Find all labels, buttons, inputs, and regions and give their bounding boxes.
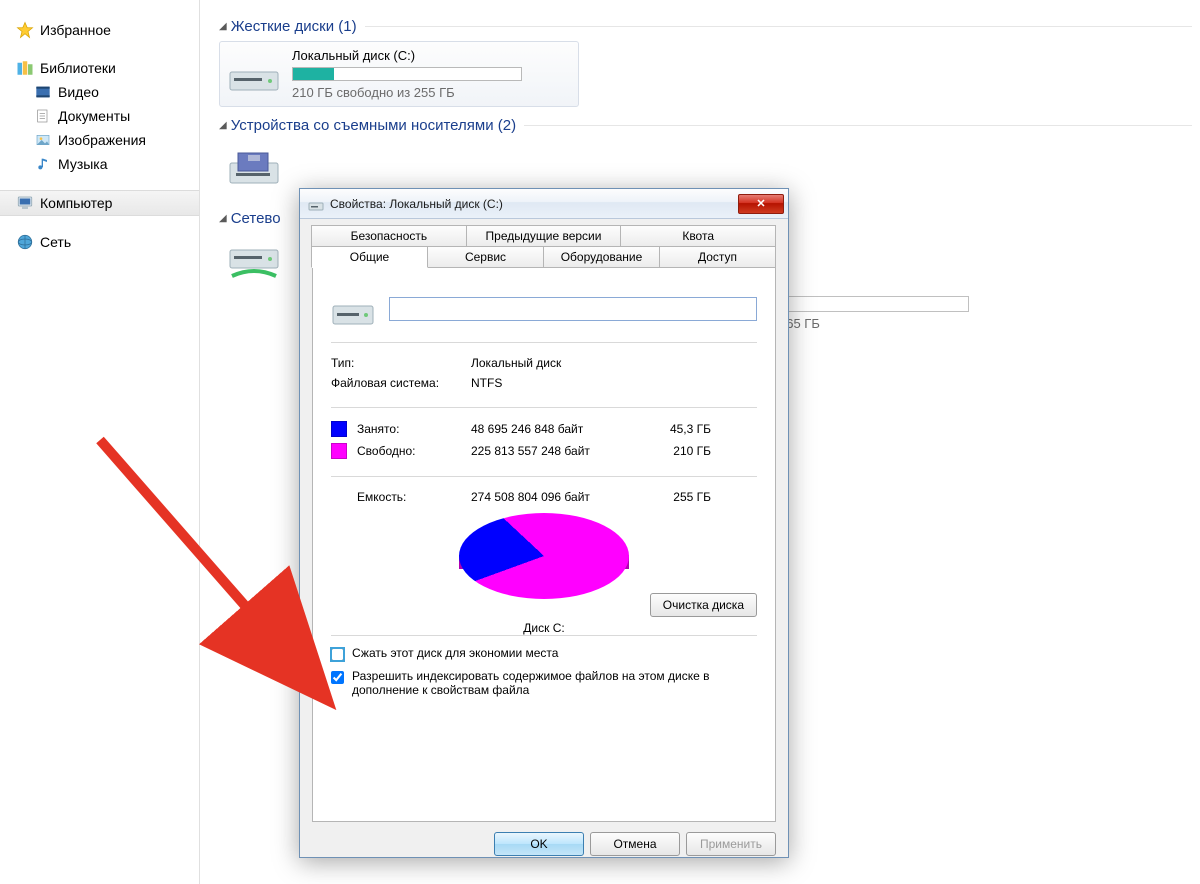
tab-quota[interactable]: Квота xyxy=(620,225,776,247)
capacity-label: Емкость: xyxy=(357,490,471,504)
drive-c-usage-bar xyxy=(292,67,522,81)
filesystem-value: NTFS xyxy=(471,376,757,390)
section-hdd[interactable]: ◢ Жесткие диски (1) xyxy=(219,18,1192,35)
tab-strip: Безопасность Предыдущие версии Квота Общ… xyxy=(300,219,788,268)
computer-icon xyxy=(16,194,34,212)
cancel-button[interactable]: Отмена xyxy=(590,832,680,856)
section-hdd-label: Жесткие диски (1) xyxy=(231,18,357,35)
used-swatch-icon xyxy=(331,421,347,437)
type-label: Тип: xyxy=(331,356,471,370)
drive-c-title: Локальный диск (C:) xyxy=(292,48,570,63)
tab-previous-versions[interactable]: Предыдущие версии xyxy=(466,225,622,247)
tab-security[interactable]: Безопасность xyxy=(311,225,467,247)
hdd-icon xyxy=(228,54,280,94)
apply-button[interactable]: Применить xyxy=(686,832,776,856)
used-gb: 45,3 ГБ xyxy=(651,422,711,436)
section-removable[interactable]: ◢ Устройства со съемными носителями (2) xyxy=(219,117,1192,134)
nav-computer[interactable]: Компьютер xyxy=(0,190,199,216)
nav-network-label: Сеть xyxy=(40,234,71,250)
tab-general[interactable]: Общие xyxy=(311,246,428,268)
music-icon xyxy=(34,155,52,173)
tab-general-panel: Тип: Локальный диск Файловая система: NT… xyxy=(312,268,776,822)
nav-network[interactable]: Сеть xyxy=(0,230,199,254)
free-bytes: 225 813 557 248 байт xyxy=(471,444,651,458)
dialog-title-text: Свойства: Локальный диск (C:) xyxy=(330,197,503,211)
used-bytes: 48 695 246 848 байт xyxy=(471,422,651,436)
nav-documents[interactable]: Документы xyxy=(0,104,199,128)
star-icon xyxy=(16,21,34,39)
documents-icon xyxy=(34,107,52,125)
drive-c-item[interactable]: Локальный диск (C:) 210 ГБ свободно из 2… xyxy=(219,41,579,107)
partial-size-text: 465 ГБ xyxy=(779,316,969,331)
section-removable-label: Устройства со съемными носителями (2) xyxy=(231,117,516,134)
network-drive-icon xyxy=(228,240,280,280)
close-button[interactable]: ✕ xyxy=(738,194,784,214)
collapse-icon: ◢ xyxy=(219,213,227,224)
nav-libraries-label: Библиотеки xyxy=(40,60,116,76)
dialog-titlebar[interactable]: Свойства: Локальный диск (C:) ✕ xyxy=(300,189,788,219)
close-icon: ✕ xyxy=(756,197,765,210)
used-label: Занято: xyxy=(357,422,471,436)
nav-computer-label: Компьютер xyxy=(40,195,112,211)
video-icon xyxy=(34,83,52,101)
tab-hardware[interactable]: Оборудование xyxy=(543,246,660,268)
disk-usage-pie-chart xyxy=(459,513,629,613)
section-network-loc[interactable]: ◢ Сетево xyxy=(219,210,299,227)
type-value: Локальный диск xyxy=(471,356,757,370)
drive-c-subtitle: 210 ГБ свободно из 255 ГБ xyxy=(292,85,570,100)
free-label: Свободно: xyxy=(357,444,471,458)
hdd-icon xyxy=(308,196,324,212)
index-label[interactable]: Разрешить индексировать содержимое файло… xyxy=(352,669,732,697)
pie-label: Диск C: xyxy=(523,621,564,635)
compress-label[interactable]: Сжать этот диск для экономии места xyxy=(352,646,558,660)
section-network-label: Сетево xyxy=(231,210,281,227)
navigation-tree: Избранное Библиотеки Видео Документы Изо… xyxy=(0,0,200,884)
hdd-icon xyxy=(331,290,375,328)
tab-access[interactable]: Доступ xyxy=(659,246,776,268)
capacity-bytes: 274 508 804 096 байт xyxy=(471,490,651,504)
filesystem-label: Файловая система: xyxy=(331,376,471,390)
free-swatch-icon xyxy=(331,443,347,459)
nav-video[interactable]: Видео xyxy=(0,80,199,104)
nav-music-label: Музыка xyxy=(58,156,108,172)
floppy-icon xyxy=(228,147,280,187)
nav-video-label: Видео xyxy=(58,84,99,100)
compress-checkbox-row: Сжать этот диск для экономии места xyxy=(331,646,757,661)
index-checkbox[interactable] xyxy=(331,671,344,684)
partial-usage-bar xyxy=(779,296,969,312)
nav-favorites[interactable]: Избранное xyxy=(0,18,199,42)
nav-documents-label: Документы xyxy=(58,108,130,124)
volume-label-input[interactable] xyxy=(389,297,757,321)
properties-dialog: Свойства: Локальный диск (C:) ✕ Безопасн… xyxy=(299,188,789,858)
libraries-icon xyxy=(16,59,34,77)
free-gb: 210 ГБ xyxy=(651,444,711,458)
compress-checkbox[interactable] xyxy=(331,648,344,661)
collapse-icon: ◢ xyxy=(219,120,227,131)
network-drive-item[interactable] xyxy=(219,233,299,287)
index-checkbox-row: Разрешить индексировать содержимое файло… xyxy=(331,669,757,697)
images-icon xyxy=(34,131,52,149)
network-icon xyxy=(16,233,34,251)
nav-images[interactable]: Изображения xyxy=(0,128,199,152)
nav-favorites-label: Избранное xyxy=(40,22,111,38)
collapse-icon: ◢ xyxy=(219,21,227,32)
nav-music[interactable]: Музыка xyxy=(0,152,199,176)
capacity-gb: 255 ГБ xyxy=(651,490,711,504)
nav-images-label: Изображения xyxy=(58,132,146,148)
floppy-drive-item[interactable] xyxy=(219,140,299,194)
tab-service[interactable]: Сервис xyxy=(427,246,544,268)
nav-libraries[interactable]: Библиотеки xyxy=(0,56,199,80)
disk-cleanup-button[interactable]: Очистка диска xyxy=(650,593,757,617)
ok-button[interactable]: OK xyxy=(494,832,584,856)
